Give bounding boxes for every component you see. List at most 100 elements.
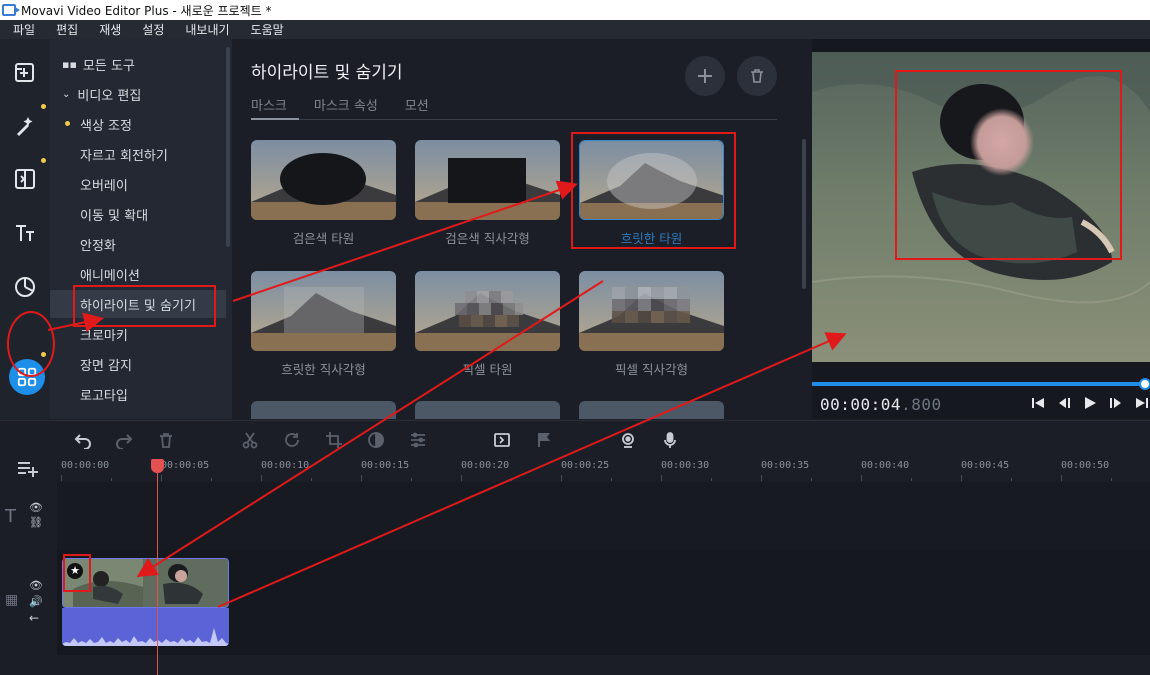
menu-playback[interactable]: 재생 [86,21,129,38]
mask-thumb-pixel-rectangle[interactable] [579,271,724,351]
mask-thumb-black-ellipse[interactable] [251,140,396,220]
eye-icon[interactable]: 👁 [29,579,43,592]
arrow-left-icon[interactable]: ← [29,611,39,625]
marker-button[interactable] [533,429,555,451]
more-tools-icon [17,367,37,387]
color-adjust-button[interactable] [365,429,387,451]
add-mask-button[interactable] [685,56,725,96]
tool-item-highlight-hide[interactable]: 하이라이트 및 숨기기 [50,290,226,318]
app-logo-icon [2,4,20,16]
mask-thumb-blur-ellipse[interactable] [579,140,724,220]
mask-thumb[interactable] [251,401,396,419]
webcam-icon [622,433,634,448]
tab-mask-properties[interactable]: 마스크 속성 [314,95,378,114]
panel-tabs: 마스크 마스크 속성 모션 [251,95,456,114]
skip-to-end-icon[interactable] [1134,395,1150,411]
video-edit-group[interactable]: ⌄ 비디오 편집 [50,80,226,108]
timeline-ruler[interactable]: 00:00:00 00:00:05 00:00:10 00:00:15 00:0… [57,458,1150,482]
text-track[interactable] [57,482,1150,550]
next-frame-icon[interactable] [1108,395,1124,411]
undo-button[interactable] [72,429,94,451]
tool-item-pan-zoom[interactable]: 이동 및 확대 [50,200,226,228]
mask-thumb-black-rectangle[interactable] [415,140,560,220]
tool-item-animation[interactable]: 애니메이션 [50,260,226,288]
waveform-graphic [62,628,229,646]
tool-item-logo[interactable]: 로고타입 [50,380,226,408]
video-clip[interactable] [62,558,229,608]
magic-enhance-button[interactable] [8,109,42,143]
plus-icon [698,69,712,83]
delete-mask-button[interactable] [737,56,777,96]
timecode-ms: .800 [901,395,942,414]
tool-item-chroma-key[interactable]: 크로마키 [50,320,226,348]
crop-button[interactable] [323,429,345,451]
mask-thumb[interactable] [415,401,560,419]
preview-video[interactable] [812,52,1150,362]
audio-waveform[interactable] [62,608,229,646]
add-track-button[interactable] [17,458,39,483]
speaker-icon[interactable]: 🔊 [29,595,43,608]
mask-thumb[interactable] [579,401,724,419]
tool-item-stabilization[interactable]: 안정화 [50,230,226,258]
preview-progress-handle[interactable] [1138,378,1150,390]
microphone-icon [664,432,676,448]
tool-item-label: 로고타입 [80,388,128,404]
trash-icon [160,433,172,448]
tool-item-overlay[interactable]: 오버레이 [50,170,226,198]
filters-button[interactable] [8,162,42,196]
video-track-icon: ▦ [5,592,19,608]
clip-properties-button[interactable] [407,429,429,451]
mask-label: 픽셀 타원 [462,362,513,377]
ruler-tick: 00:00:00 [61,460,110,471]
menu-export[interactable]: 내보내기 [172,21,237,38]
new-indicator-dot [41,352,46,357]
previous-frame-icon[interactable] [1056,395,1072,411]
scissors-icon [242,432,258,449]
mask-thumb-pixel-ellipse[interactable] [415,271,560,351]
mountain-thumbnail [579,271,724,351]
ruler-tickmark [411,478,412,481]
more-tools-button[interactable] [9,359,45,395]
menu-settings[interactable]: 설정 [129,21,172,38]
ruler-tick: 00:00:05 [161,460,210,471]
tool-item-crop-rotate[interactable]: 자르고 회전하기 [50,140,226,168]
webcam-record-button[interactable] [617,429,639,451]
menu-edit[interactable]: 편집 [43,21,86,38]
delete-button[interactable] [155,429,177,451]
mask-label: 픽셀 직사각형 [615,362,688,377]
split-button[interactable] [239,429,261,451]
import-button[interactable] [8,55,42,89]
ruler-tickmark [511,478,512,481]
titles-button[interactable] [8,216,42,250]
play-icon[interactable] [1082,395,1098,411]
link-icon[interactable]: ⛓ [29,516,43,529]
panel-title: 하이라이트 및 숨기기 [251,63,403,83]
rotate-button[interactable] [281,429,303,451]
menu-file[interactable]: 파일 [0,21,43,38]
magic-wand-icon [17,117,33,136]
playhead-handle[interactable] [151,459,164,473]
all-tools-item[interactable]: ▪▪ 모든 도구 [50,50,226,78]
flag-icon [538,433,550,447]
ruler-tickmark [111,478,112,481]
voice-record-button[interactable] [659,429,681,451]
tool-item-scene-detection[interactable]: 장면 감지 [50,350,226,378]
tab-motion[interactable]: 모션 [405,95,429,114]
tool-item-color-adjust[interactable]: 색상 조정 [50,110,226,138]
ruler-tick: 00:00:50 [1061,460,1110,471]
ruler-tickmark [761,475,762,481]
tools-scrollbar[interactable] [226,47,230,247]
player-controls [1030,395,1150,411]
tab-mask[interactable]: 마스크 [251,95,287,114]
mask-thumb-blur-rectangle[interactable] [251,271,396,351]
redo-button[interactable] [113,429,135,451]
tool-item-label: 하이라이트 및 숨기기 [80,298,196,314]
eye-icon[interactable]: 👁 [29,501,43,514]
video-transition-button[interactable] [491,429,513,451]
clip-thumbnail-image [63,559,228,607]
skip-to-start-icon[interactable] [1030,395,1046,411]
stickers-icon [15,277,35,297]
stickers-button[interactable] [8,270,42,304]
panel-scrollbar[interactable] [802,139,806,289]
menu-help[interactable]: 도움말 [238,21,292,38]
